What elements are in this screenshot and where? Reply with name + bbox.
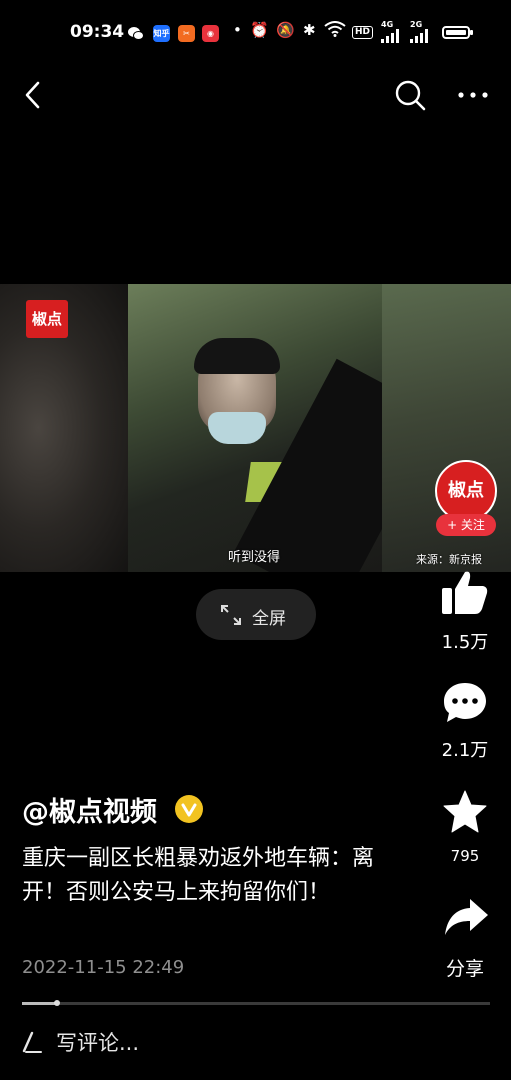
video-subtitle: 听到没得 bbox=[228, 550, 281, 565]
verified-badge-icon bbox=[175, 795, 203, 823]
favorite-button[interactable] bbox=[442, 790, 488, 838]
video-person-mask bbox=[208, 412, 266, 444]
pepper-logo: 椒点 bbox=[26, 300, 68, 338]
share-icon bbox=[445, 899, 488, 935]
fullscreen-label: 全屏 bbox=[252, 609, 286, 629]
search-icon bbox=[395, 80, 426, 111]
like-count: 1.5万 bbox=[441, 632, 489, 653]
app-red-icon: ◉ bbox=[202, 25, 219, 42]
video-player[interactable]: 椒点 听到没得 来源：新京报 bbox=[0, 284, 511, 572]
wechat-icon bbox=[127, 25, 144, 42]
post-title: 重庆一副区长粗暴劝返外地车辆：离开！否则公安马上来拘留你们！ bbox=[22, 846, 375, 905]
post-date: 2022-11-15 22:49 bbox=[22, 957, 185, 978]
share-button[interactable] bbox=[443, 897, 489, 943]
share-label: 分享 bbox=[445, 958, 484, 980]
wifi-icon bbox=[324, 21, 346, 41]
bluetooth-icon: ✱ bbox=[303, 21, 316, 39]
comment-button[interactable] bbox=[442, 681, 488, 729]
video-source: 来源：新京报 bbox=[416, 553, 482, 566]
author-avatar[interactable]: 椒点 bbox=[435, 460, 497, 522]
signal-2g-icon bbox=[410, 28, 432, 47]
mute-icon: 🔕 bbox=[276, 21, 295, 39]
chevron-left-icon bbox=[25, 81, 40, 109]
more-icon bbox=[458, 92, 488, 98]
author-name[interactable]: @椒点视频 bbox=[22, 790, 157, 829]
favorite-count: 795 bbox=[450, 847, 480, 865]
status-time: 09:34 bbox=[70, 22, 125, 42]
alarm-icon: ⏰ bbox=[250, 21, 269, 39]
follow-button[interactable]: + 关注 bbox=[436, 514, 496, 536]
battery-icon bbox=[442, 26, 473, 39]
like-button[interactable] bbox=[441, 569, 489, 619]
comment-count: 2.1万 bbox=[441, 740, 489, 761]
video-person-hair bbox=[194, 338, 280, 374]
status-bar: 09:34 知乎 ✂ ◉ • ⏰ 🔕 ✱ HD 4G 2G bbox=[0, 0, 511, 66]
fullscreen-button[interactable]: 全屏 bbox=[196, 589, 316, 640]
app-orange-icon: ✂ bbox=[178, 25, 195, 42]
search-button[interactable] bbox=[393, 78, 427, 112]
video-progress-bar[interactable] bbox=[22, 1000, 490, 1006]
pen-icon bbox=[22, 1031, 42, 1053]
star-icon bbox=[443, 790, 487, 833]
thumbs-up-icon bbox=[442, 571, 488, 614]
comment-icon bbox=[444, 683, 486, 722]
video-frame bbox=[128, 284, 443, 572]
dot-indicator: • bbox=[233, 21, 242, 39]
zhihu-icon: 知乎 bbox=[153, 25, 170, 42]
hd-badge: HD bbox=[352, 26, 374, 39]
back-button[interactable] bbox=[20, 78, 52, 112]
more-options-button[interactable] bbox=[455, 80, 491, 110]
comment-placeholder: 写评论... bbox=[56, 1031, 140, 1055]
progress-knob[interactable] bbox=[54, 1000, 61, 1006]
expand-icon bbox=[221, 605, 241, 625]
progress-fill bbox=[22, 1002, 58, 1005]
signal-4g-icon bbox=[381, 28, 403, 47]
